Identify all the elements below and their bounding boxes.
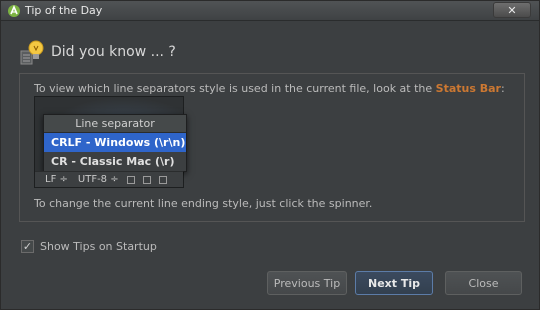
window-title: Tip of the Day [25, 4, 103, 17]
title-bar[interactable]: Tip of the Day ✕ [1, 1, 539, 21]
android-studio-icon [8, 4, 20, 17]
popup-item-crlf: CRLF - Windows (\r\n) [44, 133, 186, 152]
tip-text-prefix: To view which line separators style is u… [34, 82, 436, 95]
hector-icon [142, 175, 151, 184]
lightbulb-icon [20, 40, 44, 65]
tip-illustration: Line separator CRLF - Windows (\r\n) CR … [34, 96, 187, 188]
close-button[interactable]: Close [445, 271, 522, 295]
show-tips-checkbox[interactable]: ✓ [21, 239, 34, 253]
show-tips-label[interactable]: Show Tips on Startup [40, 240, 157, 253]
event-log-icon [158, 175, 167, 184]
show-tips-option[interactable]: ✓ Show Tips on Startup [21, 239, 157, 253]
tip-text-line1: To view which line separators style is u… [34, 82, 524, 95]
previous-tip-button[interactable]: Previous Tip [267, 271, 347, 295]
popup-title: Line separator [44, 115, 186, 133]
tip-content-panel: To view which line separators style is u… [19, 73, 525, 222]
tip-of-the-day-dialog: Tip of the Day ✕ Did you know ... ? To v… [0, 0, 540, 310]
popup-item-cr: CR - Classic Mac (\r) [51, 155, 175, 168]
tip-header: Did you know ... ? [1, 31, 539, 69]
window-close-button[interactable]: ✕ [493, 2, 531, 18]
illustration-status-bar: LF ÷ UTF-8 ÷ [35, 171, 183, 187]
next-tip-button[interactable]: Next Tip [355, 271, 433, 295]
checkmark-icon: ✓ [22, 239, 33, 253]
did-you-know-heading: Did you know ... ? [51, 44, 176, 60]
status-bar-highlight: Status Bar [435, 82, 501, 95]
tip-text-suffix: : [500, 82, 505, 95]
status-encoding: UTF-8 ÷ [77, 174, 119, 185]
lock-icon [126, 175, 135, 184]
status-line-separator: LF ÷ [45, 174, 68, 185]
line-separator-popup: Line separator CRLF - Windows (\r\n) CR … [43, 114, 187, 172]
close-icon: ✕ [507, 3, 517, 17]
tip-text-line2: To change the current line ending style,… [34, 197, 373, 210]
